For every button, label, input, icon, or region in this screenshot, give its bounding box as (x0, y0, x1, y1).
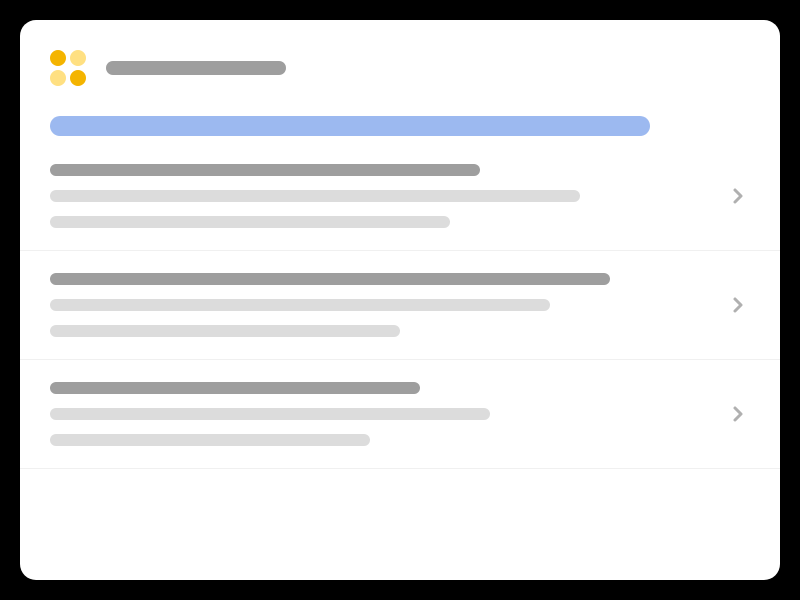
chevron-right-icon (726, 184, 750, 208)
list-item[interactable] (20, 251, 780, 360)
logo-icon (50, 50, 86, 86)
list-item-line (50, 434, 370, 446)
logo-dot-4 (70, 70, 86, 86)
list-item[interactable] (20, 164, 780, 251)
list-item-content (50, 382, 706, 446)
logo-dot-1 (50, 50, 66, 66)
card (20, 20, 780, 580)
list-item-line (50, 325, 400, 337)
list-item-line (50, 190, 580, 202)
header (20, 50, 780, 86)
list-item-line (50, 299, 550, 311)
list-item-title (50, 273, 610, 285)
page-title (106, 61, 286, 75)
list-item-title (50, 164, 480, 176)
list (20, 164, 780, 469)
list-item-content (50, 164, 706, 228)
logo-dot-2 (70, 50, 86, 66)
list-item-line (50, 216, 450, 228)
list-item[interactable] (20, 360, 780, 469)
highlight-banner (50, 116, 650, 136)
logo-dot-3 (50, 70, 66, 86)
list-item-content (50, 273, 706, 337)
chevron-right-icon (726, 402, 750, 426)
list-item-line (50, 408, 490, 420)
chevron-right-icon (726, 293, 750, 317)
list-item-title (50, 382, 420, 394)
